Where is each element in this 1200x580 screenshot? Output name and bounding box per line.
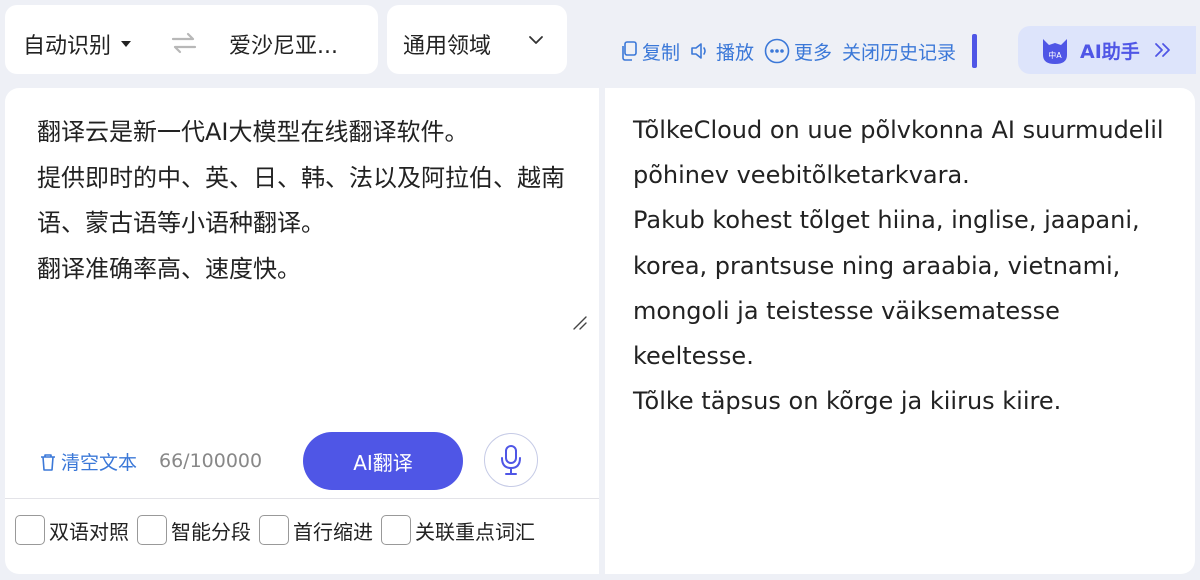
more-label: 更多 — [794, 41, 833, 64]
close-history-button[interactable]: 关闭历史记录 — [842, 38, 956, 65]
more-dots-icon — [764, 38, 790, 64]
ai-assistant-label: AI助手 — [1080, 40, 1140, 63]
option-smart-paragraph[interactable]: 智能分段 — [137, 515, 251, 545]
ai-avatar-icon: 中A — [1043, 39, 1067, 64]
option-label: 双语对照 — [49, 519, 129, 544]
source-panel: 翻译云是新一代AI大模型在线翻译软件。 提供即时的中、英、日、韩、法以及阿拉伯、… — [5, 88, 599, 574]
copy-label: 复制 — [642, 41, 681, 64]
translation-options: 双语对照 智能分段 首行缩进 关联重点词汇 — [15, 515, 543, 545]
translation-result-text: TõlkeCloud on uue põlvkonna AI suurmudel… — [633, 116, 1164, 416]
checkbox[interactable] — [137, 515, 167, 545]
copy-button[interactable]: 复制 — [620, 38, 680, 65]
ai-translate-button[interactable]: AI翻译 — [303, 432, 463, 490]
character-counter: 66/100000 — [159, 450, 263, 472]
clear-text-button[interactable]: 清空文本 — [39, 448, 137, 475]
speaker-icon — [691, 43, 706, 59]
play-button[interactable]: 播放 — [690, 38, 754, 65]
options-divider — [5, 498, 599, 499]
option-key-terms[interactable]: 关联重点词汇 — [381, 515, 535, 545]
option-first-line-indent[interactable]: 首行缩进 — [259, 515, 373, 545]
clear-text-label: 清空文本 — [61, 452, 138, 474]
microphone-icon — [501, 445, 521, 475]
option-label: 智能分段 — [171, 519, 251, 544]
caret-down-icon — [121, 41, 132, 47]
more-button[interactable]: 更多 — [764, 38, 832, 65]
checkbox[interactable] — [381, 515, 411, 545]
voice-input-button[interactable] — [484, 433, 538, 487]
domain-label: 通用领域 — [403, 34, 492, 59]
chevron-down-icon — [529, 36, 543, 44]
source-language-label: 自动识别 — [23, 34, 112, 59]
language-selector: 自动识别 爱沙尼亚... — [5, 5, 378, 74]
translation-result-panel: TõlkeCloud on uue põlvkonna AI suurmudel… — [605, 88, 1195, 574]
target-language-dropdown[interactable]: 爱沙尼亚... — [229, 28, 338, 60]
double-chevron-right-icon — [1154, 43, 1170, 57]
svg-text:中A: 中A — [1048, 50, 1062, 60]
swap-languages-icon[interactable] — [169, 31, 199, 55]
checkbox[interactable] — [15, 515, 45, 545]
play-label: 播放 — [716, 41, 755, 64]
option-label: 首行缩进 — [293, 519, 373, 544]
toolbar-divider — [972, 34, 978, 68]
resize-handle-icon[interactable] — [573, 316, 587, 330]
result-toolbar: 复制 播放 更多 关闭历史记录 — [620, 34, 987, 68]
option-bilingual[interactable]: 双语对照 — [15, 515, 129, 545]
source-text-input[interactable]: 翻译云是新一代AI大模型在线翻译软件。 提供即时的中、英、日、韩、法以及阿拉伯、… — [37, 110, 567, 292]
checkbox[interactable] — [259, 515, 289, 545]
copy-icon — [622, 41, 637, 61]
domain-dropdown[interactable]: 通用领域 — [387, 5, 567, 74]
ai-assistant-button[interactable]: 中A AI助手 — [1018, 26, 1196, 74]
source-language-dropdown[interactable]: 自动识别 — [23, 28, 132, 60]
trash-icon — [41, 453, 55, 471]
option-label: 关联重点词汇 — [415, 519, 535, 544]
